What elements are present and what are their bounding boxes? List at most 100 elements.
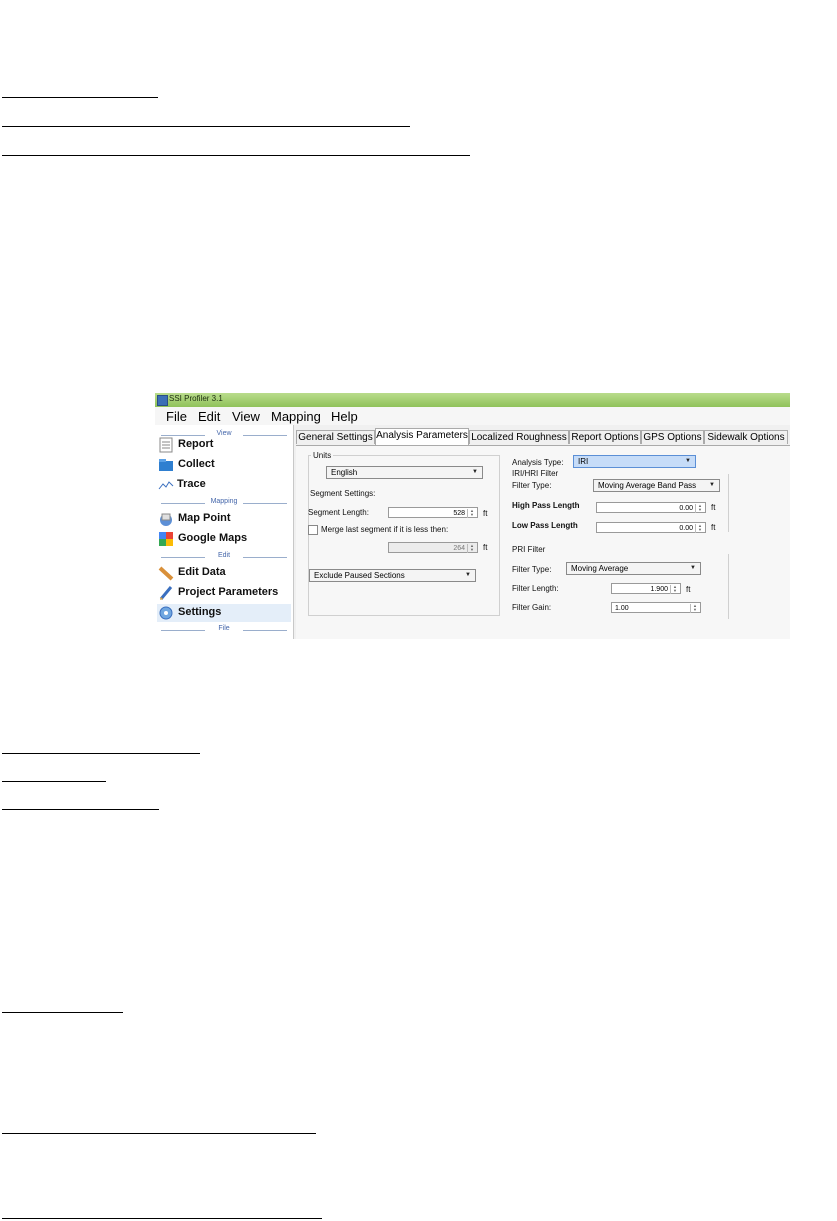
units-label: Units <box>311 451 334 460</box>
sidebar-section-edit: Edit <box>161 552 287 562</box>
tab-localized-roughness[interactable]: Localized Roughness <box>469 430 569 444</box>
spinner-icon[interactable]: ▲ ▼ <box>467 544 476 553</box>
map-point-icon <box>160 513 172 526</box>
chevron-down-icon: ▼ <box>709 482 715 488</box>
pri-filter-length-unit: ft <box>686 585 691 594</box>
document-line <box>2 1218 322 1219</box>
menu-mapping[interactable]: Mapping <box>271 409 321 424</box>
project-parameters-icon <box>159 586 173 600</box>
chevron-down-icon: ▼ <box>685 458 691 464</box>
merge-segment-value: 264 <box>453 545 465 552</box>
segment-length-unit: ft <box>483 509 488 518</box>
menu-edit[interactable]: Edit <box>198 409 220 424</box>
merge-segment-input[interactable]: 264 ▲ ▼ <box>388 542 478 553</box>
pri-filter-gain-input[interactable]: 1.00 ▲ ▼ <box>611 602 701 613</box>
iri-filter-type-label: Filter Type: <box>512 481 552 490</box>
menu-help[interactable]: Help <box>331 409 358 424</box>
exclude-paused-value: Exclude Paused Sections <box>314 571 405 580</box>
tab-gps-options[interactable]: GPS Options <box>641 430 704 444</box>
tab-sidewalk-options[interactable]: Sidewalk Options <box>704 430 788 444</box>
iri-filter-type-value: Moving Average Band Pass <box>598 481 697 490</box>
pri-filter-length-label: Filter Length: <box>512 584 559 593</box>
high-pass-label: High Pass Length <box>512 501 580 510</box>
segment-length-value: 528 <box>453 510 465 517</box>
spinner-icon[interactable]: ▲ ▼ <box>695 524 704 533</box>
analysis-type-label: Analysis Type: <box>512 458 564 467</box>
document-line <box>2 1133 316 1134</box>
iri-filter-type-dropdown[interactable]: Moving Average Band Pass ▼ <box>593 479 720 492</box>
tab-report-options[interactable]: Report Options <box>569 430 641 444</box>
sidebar-item-collect[interactable]: Collect <box>157 456 291 474</box>
pri-filter-type-dropdown[interactable]: Moving Average ▼ <box>566 562 701 575</box>
divider <box>728 474 729 532</box>
sidebar-item-trace[interactable]: Trace <box>157 476 291 494</box>
sidebar-section-file: File <box>161 625 287 635</box>
divider <box>728 554 729 619</box>
pri-filter-gain-label: Filter Gain: <box>512 603 552 612</box>
merge-segment-checkbox[interactable] <box>308 525 318 535</box>
low-pass-value: 0.00 <box>679 525 693 532</box>
high-pass-unit: ft <box>711 503 716 512</box>
menu-bar: File Edit View Mapping Help <box>155 407 790 425</box>
low-pass-label: Low Pass Length <box>512 521 578 530</box>
sidebar-item-label: Edit Data <box>178 566 226 578</box>
document-line <box>2 809 159 810</box>
pri-filter-heading: PRI Filter <box>512 545 546 554</box>
sidebar-item-label: Trace <box>177 478 206 490</box>
pri-filter-length-value: 1.900 <box>650 586 668 593</box>
chevron-down-icon: ▼ <box>472 469 478 475</box>
chevron-down-icon: ▼ <box>465 572 471 578</box>
sidebar-section-mapping: Mapping <box>161 498 287 508</box>
iri-filter-heading: IRI/HRI Filter <box>512 469 559 478</box>
app-screenshot: SSI Profiler 3.1 File Edit View Mapping … <box>155 393 790 639</box>
segment-length-label: Segment Length: <box>308 508 369 517</box>
sidebar-item-report[interactable]: Report <box>157 436 291 454</box>
sidebar-item-label: Report <box>178 438 214 450</box>
spinner-icon[interactable]: ▲ ▼ <box>690 604 699 613</box>
document-line <box>2 155 470 156</box>
analysis-type-value: IRI <box>578 457 589 466</box>
pri-filter-gain-value: 1.00 <box>615 605 629 612</box>
sidebar-item-map-point[interactable]: Map Point <box>157 510 291 528</box>
sidebar-item-edit-data[interactable]: Edit Data <box>157 564 291 582</box>
document-line <box>2 753 200 754</box>
units-group <box>308 455 500 616</box>
menu-view[interactable]: View <box>232 409 260 424</box>
high-pass-value: 0.00 <box>679 505 693 512</box>
segment-settings-heading: Segment Settings: <box>310 489 376 498</box>
sidebar-item-google-maps[interactable]: Google Maps <box>157 530 291 548</box>
document-line <box>2 1012 123 1013</box>
pri-filter-length-input[interactable]: 1.900 ▲ ▼ <box>611 583 681 594</box>
menu-file[interactable]: File <box>166 409 187 424</box>
document-line <box>2 781 106 782</box>
sidebar-item-label: Project Parameters <box>178 586 279 598</box>
document-line <box>2 97 158 98</box>
chevron-down-icon: ▼ <box>690 565 696 571</box>
edit-data-icon <box>158 566 174 581</box>
spinner-icon[interactable]: ▲ ▼ <box>695 504 704 513</box>
sidebar-item-label: Settings <box>178 606 222 618</box>
spinner-icon[interactable]: ▲ ▼ <box>670 585 679 594</box>
sidebar-item-project-parameters[interactable]: Project Parameters <box>157 584 291 602</box>
tab-strip: General Settings Analysis Parameters Loc… <box>296 428 790 445</box>
google-maps-icon <box>159 532 173 546</box>
low-pass-input[interactable]: 0.00 ▲ ▼ <box>596 522 706 533</box>
exclude-paused-dropdown[interactable]: Exclude Paused Sections ▼ <box>309 569 476 582</box>
spinner-icon[interactable]: ▲ ▼ <box>467 509 476 518</box>
settings-icon <box>159 606 173 620</box>
units-value: English <box>331 468 358 477</box>
sidebar: View Report Collect Trace Mapping Map Po… <box>155 425 294 639</box>
units-dropdown[interactable]: English ▼ <box>326 466 483 479</box>
analysis-type-dropdown[interactable]: IRI ▼ <box>573 455 696 468</box>
sidebar-item-settings[interactable]: Settings <box>157 604 291 622</box>
analysis-parameters-panel: Units English ▼ Segment Settings: Segmen… <box>296 445 790 639</box>
pri-filter-type-value: Moving Average <box>571 564 629 573</box>
segment-length-input[interactable]: 528 ▲ ▼ <box>388 507 478 518</box>
trace-icon <box>158 481 174 490</box>
high-pass-input[interactable]: 0.00 ▲ ▼ <box>596 502 706 513</box>
tab-analysis-parameters[interactable]: Analysis Parameters <box>375 428 469 445</box>
collect-icon <box>159 459 173 471</box>
sidebar-item-label: Google Maps <box>178 532 248 544</box>
merge-segment-unit: ft <box>483 543 488 552</box>
tab-general-settings[interactable]: General Settings <box>296 430 375 444</box>
